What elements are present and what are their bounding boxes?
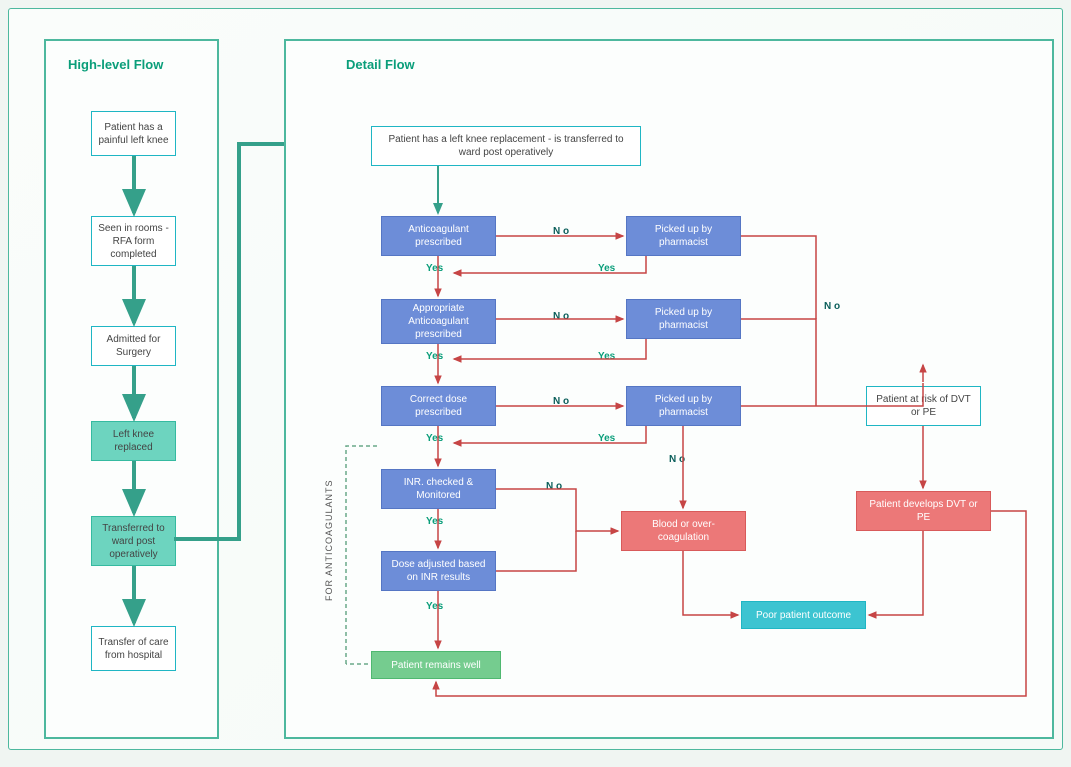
pharmacist-3: Picked up by pharmacist — [626, 386, 741, 426]
decision-dose: Correct dose prescribed — [381, 386, 496, 426]
canvas: High-level Flow Patient has a painful le… — [8, 8, 1063, 750]
yes-5: Yes — [426, 601, 443, 612]
pharmacist-1: Picked up by pharmacist — [626, 216, 741, 256]
no-3: N o — [553, 396, 569, 407]
yes-4: Yes — [426, 516, 443, 527]
detail-panel: Detail Flow Patient has a left knee repl… — [284, 39, 1054, 739]
decision-inr: INR. checked & Monitored — [381, 469, 496, 509]
no-pharm3: N o — [669, 454, 685, 465]
risk-node: Patient at risk of DVT or PE — [866, 386, 981, 426]
blood-node: Blood or over-coagulation — [621, 511, 746, 551]
yes-p1: Yes — [598, 263, 615, 274]
yes-1: Yes — [426, 263, 443, 274]
pharmacist-2: Picked up by pharmacist — [626, 299, 741, 339]
decision-appropriate: Appropriate Anticoagulant prescribed — [381, 299, 496, 344]
high-node-1: Patient has a painful left knee — [91, 111, 176, 156]
no-2: N o — [553, 311, 569, 322]
high-node-2: Seen in rooms - RFA form completed — [91, 216, 176, 266]
high-node-3: Admitted for Surgery — [91, 326, 176, 366]
yes-p2: Yes — [598, 351, 615, 362]
decision-anticoag: Anticoagulant prescribed — [381, 216, 496, 256]
yes-3: Yes — [426, 433, 443, 444]
high-node-5: Transferred to ward post operatively — [91, 516, 176, 566]
decision-adjust: Dose adjusted based on INR results — [381, 551, 496, 591]
high-node-6: Transfer of care from hospital — [91, 626, 176, 671]
anticoagulant-note: FOR ANTICOAGULANTS — [324, 479, 334, 601]
yes-p3: Yes — [598, 433, 615, 444]
high-level-title: High-level Flow — [46, 41, 217, 72]
no-inr: N o — [546, 481, 562, 492]
poor-outcome: Poor patient outcome — [741, 601, 866, 629]
detail-start: Patient has a left knee replacement - is… — [371, 126, 641, 166]
detail-title: Detail Flow — [286, 41, 1052, 72]
no-1: N o — [553, 226, 569, 237]
well-node: Patient remains well — [371, 651, 501, 679]
high-level-panel: High-level Flow Patient has a painful le… — [44, 39, 219, 739]
no-p: N o — [824, 301, 840, 312]
dvt-node: Patient develops DVT or PE — [856, 491, 991, 531]
high-node-4: Left knee replaced — [91, 421, 176, 461]
yes-2: Yes — [426, 351, 443, 362]
